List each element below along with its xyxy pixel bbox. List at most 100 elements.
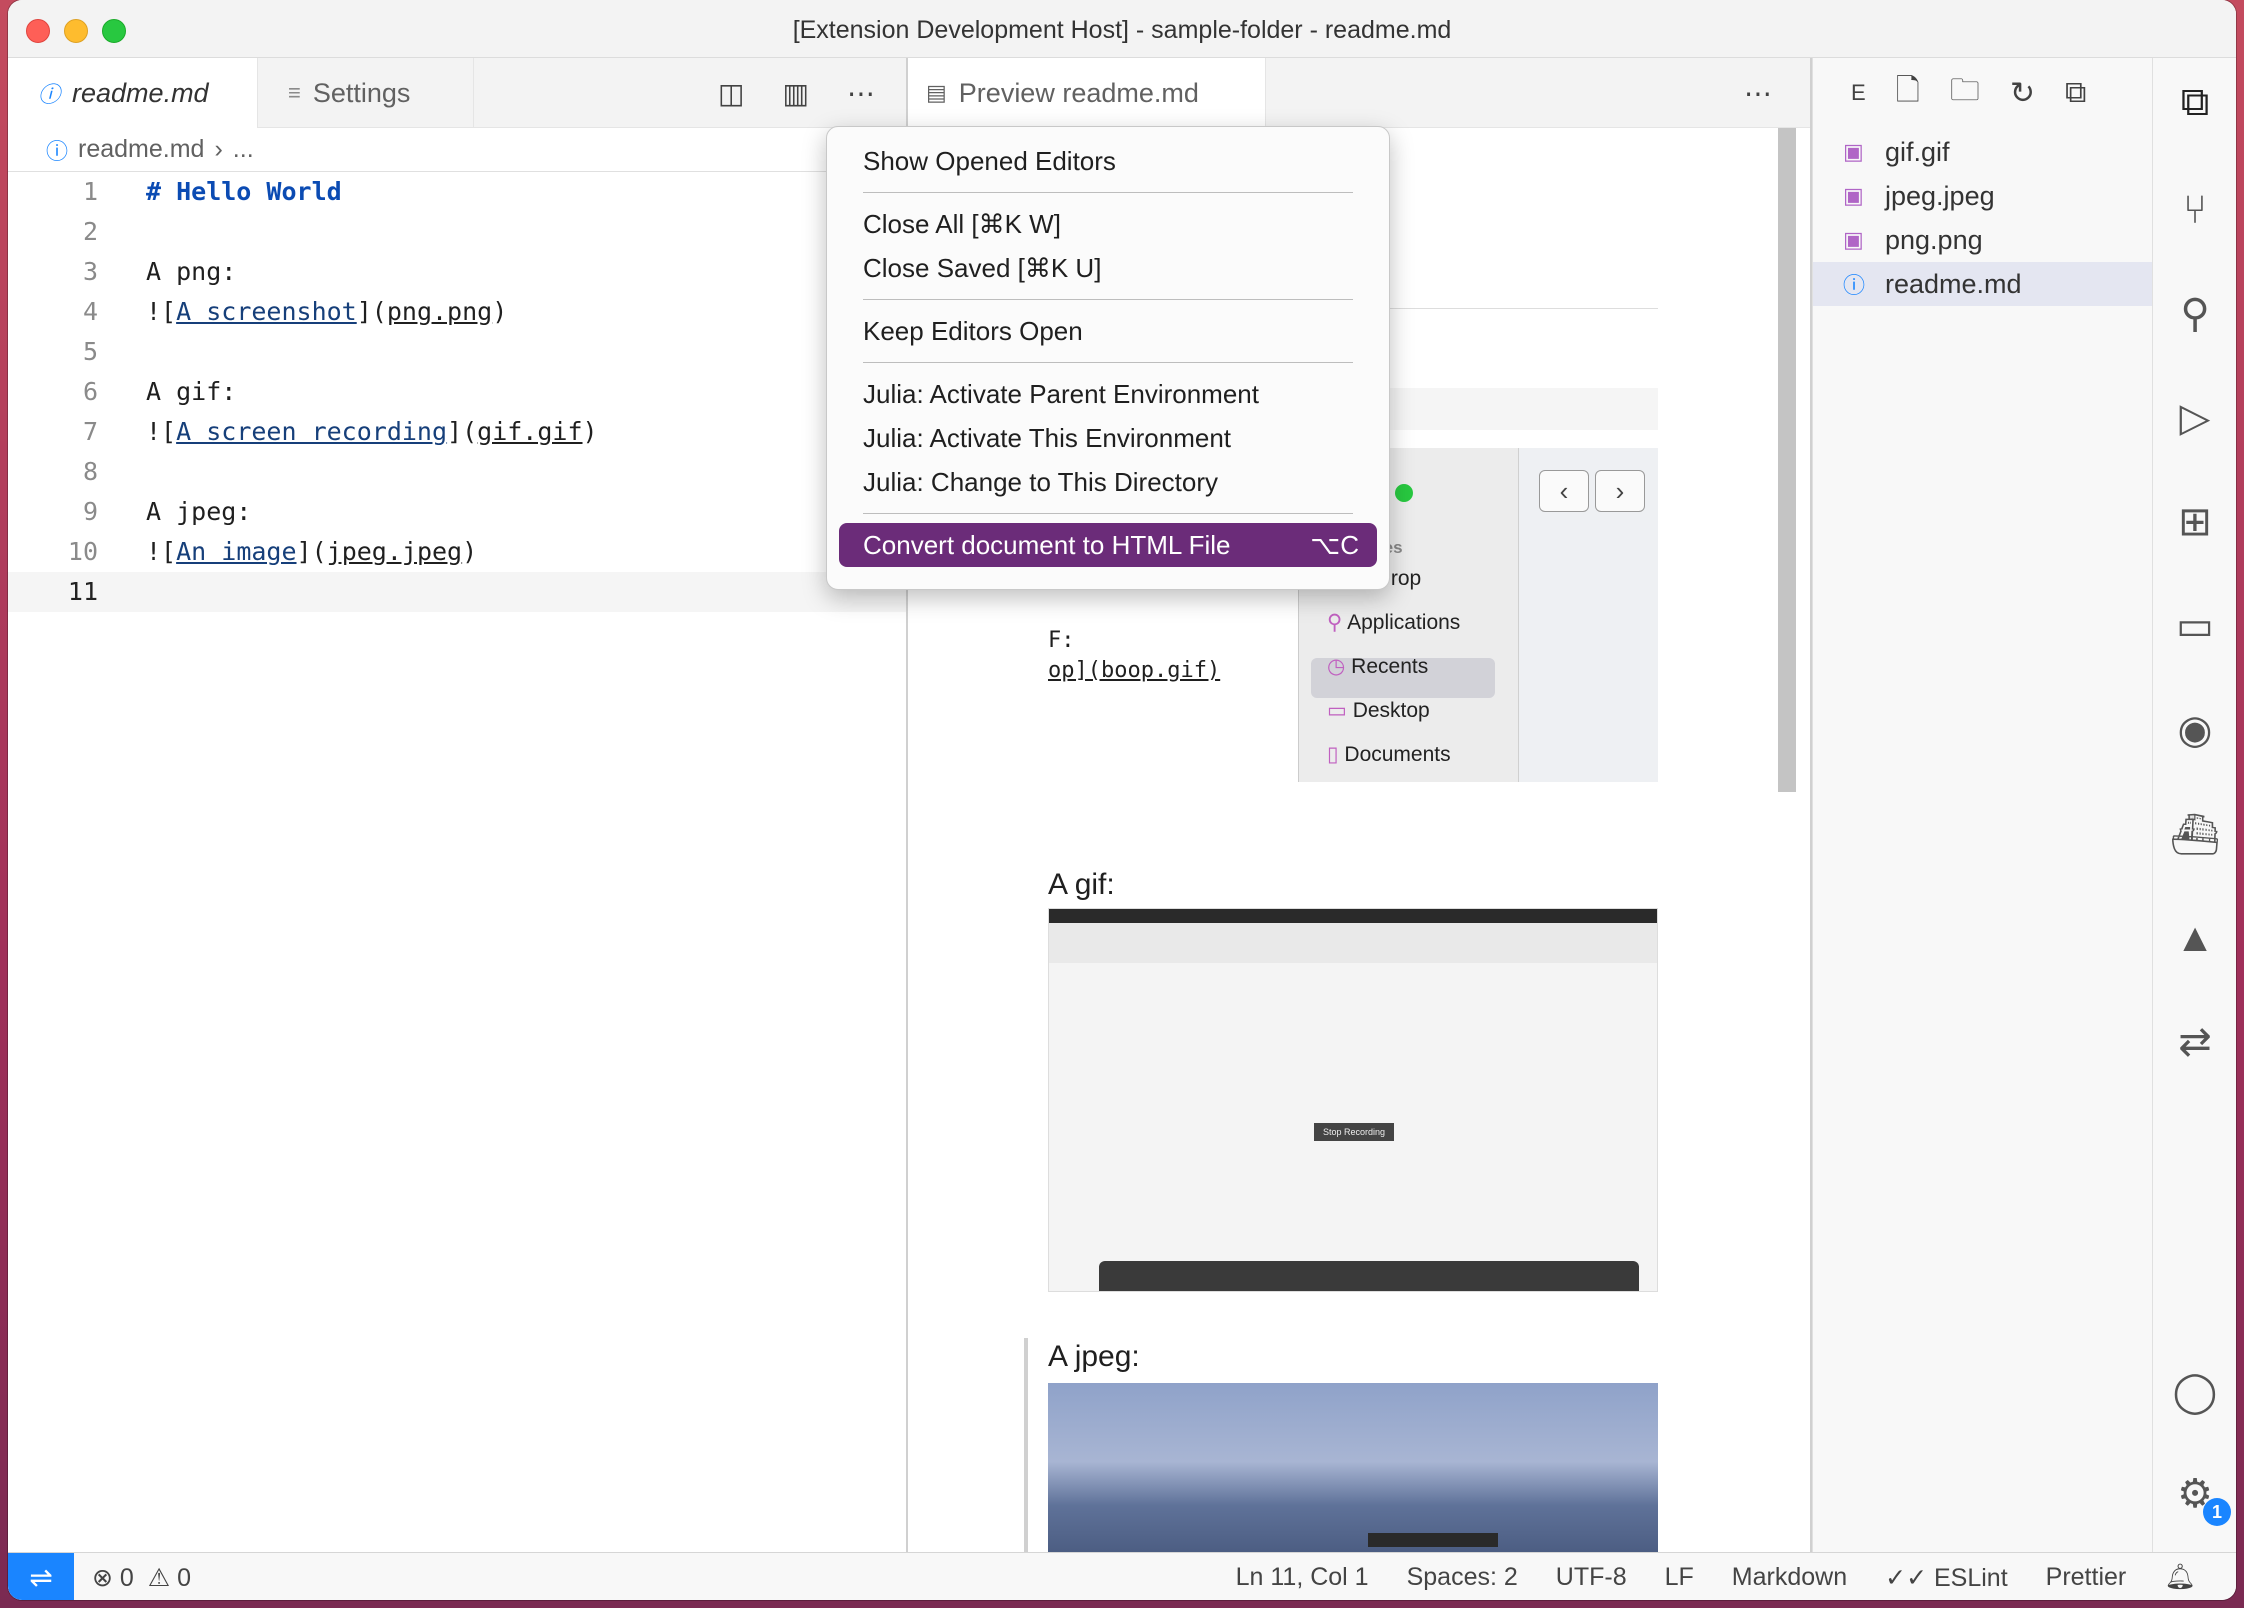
preview-heading-gif: A gif: (1048, 868, 1115, 901)
breadcrumb-file[interactable]: readme.md (78, 135, 204, 164)
explorer-icon[interactable]: ⧉ (2171, 78, 2219, 126)
status-right: Ln 11, Col 1 Spaces: 2 UTF-8 LF Markdown… (1236, 1563, 2196, 1593)
preview-code-fragment: op](boop.gif) (1048, 658, 1221, 683)
preview-heading-jpeg: A jpeg: (1048, 1340, 1140, 1373)
code-editor[interactable]: 1 # Hello World 2 3A png: 4 ![A screenshot… (8, 172, 906, 1552)
encoding[interactable]: UTF-8 (1556, 1563, 1627, 1593)
code-line: 1 # Hello World (82, 177, 342, 206)
end-of-line[interactable]: LF (1665, 1563, 1694, 1593)
live-share-icon[interactable]: ⇄ (2171, 1018, 2219, 1066)
code-line: 2 (82, 217, 98, 246)
github-icon[interactable]: ◉ (2171, 706, 2219, 754)
menu-separator (863, 362, 1353, 363)
code-line: 4 ![A screenshot](png.png) (82, 297, 508, 326)
explorer-file[interactable]: ▣ png.png (1843, 218, 1983, 262)
menu-item-convert-to-html[interactable]: Convert document to HTML File ⌥C (839, 523, 1377, 567)
context-menu: Show Opened Editors Close All [⌘K W] Clo… (826, 126, 1390, 590)
remote-explorer-icon[interactable]: ▭ (2171, 602, 2219, 650)
preview-code-fragment: F: (1048, 628, 1075, 653)
code-line: 10 ![An image](jpeg.jpeg) (67, 537, 478, 566)
refresh-icon[interactable]: ↻ (2010, 76, 2035, 111)
menu-item-julia-activate-this[interactable]: Julia: Activate This Environment (839, 416, 1377, 460)
menu-separator (863, 513, 1353, 514)
prettier-status[interactable]: Prettier (2046, 1563, 2127, 1593)
menu-item-close-all[interactable]: Close All [⌘K W] (839, 202, 1377, 246)
tab-label: Settings (312, 77, 411, 108)
window-title: [Extension Development Host] - sample-fo… (792, 16, 1452, 44)
explorer-toolbar: E 🗋 🗀 ↻ ⧉ (1813, 58, 2152, 128)
preview-scrollbar[interactable] (1778, 128, 1796, 792)
status-bar: ⇌ ⊗ 0 ⚠ 0 Ln 11, Col 1 Spaces: 2 UTF-8 L… (8, 1552, 2236, 1600)
tab-label: Preview readme.md (958, 77, 1199, 108)
code-line: 6A gif: (82, 377, 237, 406)
split-editor-icon[interactable]: ▥ (782, 77, 808, 110)
menu-item-label: Convert document to HTML File (863, 530, 1231, 560)
menu-item-julia-change-dir[interactable]: Julia: Change to This Directory (839, 460, 1377, 504)
new-file-icon[interactable]: 🗋 (1896, 68, 1920, 119)
eslint-status[interactable]: ✓✓ ESLint (1885, 1563, 2008, 1593)
error-icon: ⊗ (92, 1564, 113, 1592)
info-icon: ⓘ (1843, 273, 1866, 298)
image-file-icon: ▣ (1843, 183, 1864, 208)
problems-status[interactable]: ⊗ 0 ⚠ 0 (92, 1563, 191, 1593)
check-all-icon: ✓✓ (1885, 1564, 1928, 1592)
remote-indicator-icon[interactable]: ⇌ (8, 1553, 74, 1600)
account-icon[interactable]: ◯ (2171, 1368, 2219, 1416)
open-preview-icon[interactable]: ◫ (718, 77, 744, 110)
explorer-title: E (1851, 80, 1866, 105)
azure-icon[interactable]: ▲ (2171, 914, 2219, 962)
finder-item: ◷ Recents (1327, 655, 1429, 678)
preview-tab-bar: ▤ Preview readme.md ⋯ (908, 58, 1812, 128)
source-control-icon[interactable]: ⑂ (2171, 186, 2219, 234)
image-file-icon: ▣ (1843, 139, 1864, 164)
extensions-icon[interactable]: ⊞ (2171, 498, 2219, 546)
blockquote-bar (1024, 1338, 1028, 1552)
explorer-file[interactable]: ▣ gif.gif (1843, 130, 1950, 174)
menu-separator (863, 192, 1353, 193)
finder-nav: ‹ › (1539, 470, 1645, 512)
collapse-all-icon[interactable]: ⧉ (2065, 76, 2086, 110)
docker-icon[interactable]: ⛴ (2170, 810, 2221, 858)
chevron-right-icon: › (214, 135, 223, 163)
menu-item-close-saved[interactable]: Close Saved [⌘K U] (839, 246, 1377, 290)
finder-item: ▭ Desktop (1327, 699, 1430, 722)
tab-settings[interactable]: ≡ Settings (258, 58, 474, 128)
code-line: 8 (82, 457, 98, 486)
activity-bar: ⧉ ⑂ ⚲ ▷ ⊞ ▭ ◉ ⛴ ▲ ⇄ ◯ ⚙ 1 (2152, 58, 2236, 1552)
gif-image: Stop Recording (1048, 908, 1658, 1292)
code-line: 3A png: (82, 257, 237, 286)
language-mode[interactable]: Markdown (1732, 1563, 1847, 1593)
finder-item: ⚲ Applications (1327, 611, 1461, 634)
status-left: ⊗ 0 ⚠ 0 (92, 1563, 191, 1593)
breadcrumb: ⓘ readme.md › ... (8, 128, 906, 172)
preview-actions: ⋯ (1744, 58, 1772, 128)
gif-stop-recording: Stop Recording (1314, 1123, 1394, 1141)
menu-item-show-opened-editors[interactable]: Show Opened Editors (839, 139, 1377, 183)
finder-item: ▯ Documents (1327, 743, 1451, 766)
run-debug-icon[interactable]: ▷ (2171, 394, 2219, 442)
explorer-file-selected[interactable]: ⓘ readme.md (1843, 262, 2022, 306)
menu-item-shortcut: ⌥C (1310, 530, 1359, 560)
settings-list-icon: ≡ (288, 80, 301, 105)
warning-icon: ⚠ (147, 1564, 171, 1592)
search-icon[interactable]: ⚲ (2171, 290, 2219, 338)
editor-tab-bar: ⓘ readme.md ≡ Settings ◫ ▥ ⋯ (8, 58, 906, 128)
explorer-file[interactable]: ▣ jpeg.jpeg (1843, 174, 1995, 218)
menu-item-julia-activate-parent[interactable]: Julia: Activate Parent Environment (839, 372, 1377, 416)
notifications-bell-icon[interactable]: 🔔︎ (2164, 1563, 2196, 1593)
finder-green-dot (1395, 484, 1413, 502)
explorer-panel: E 🗋 🗀 ↻ ⧉ ▣ gif.gif ▣ jpeg.jpeg ▣ png.png ⓘ… (1812, 58, 2152, 1552)
new-folder-icon[interactable]: 🗀 (1950, 68, 1980, 119)
jpeg-image (1048, 1383, 1658, 1552)
indentation[interactable]: Spaces: 2 (1407, 1563, 1518, 1593)
tab-preview[interactable]: ▤ Preview readme.md (908, 58, 1266, 128)
more-actions-icon[interactable]: ⋯ (847, 77, 875, 110)
title-bar: [Extension Development Host] - sample-fo… (8, 0, 2236, 58)
breadcrumb-more[interactable]: ... (233, 135, 254, 164)
cursor-position[interactable]: Ln 11, Col 1 (1236, 1563, 1369, 1593)
tab-readme[interactable]: ⓘ readme.md (8, 58, 258, 128)
menu-item-keep-editors-open[interactable]: Keep Editors Open (839, 309, 1377, 353)
info-icon: ⓘ (38, 82, 61, 107)
pier-shape (1368, 1533, 1498, 1547)
more-actions-icon[interactable]: ⋯ (1744, 77, 1772, 110)
